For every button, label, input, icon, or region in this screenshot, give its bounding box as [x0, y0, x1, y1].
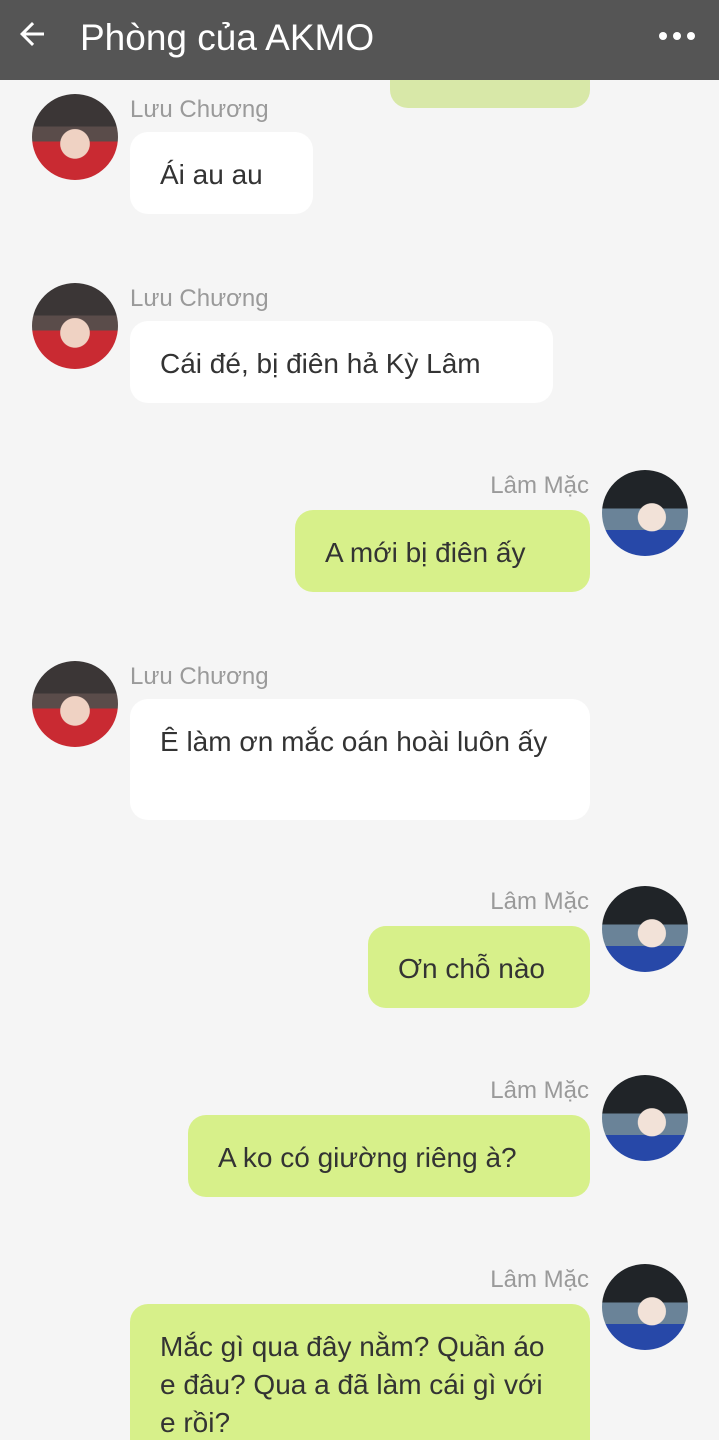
avatar-lam-mac[interactable] [602, 886, 688, 972]
message-list[interactable]: Lưu Chương Ái au au Lưu Chương Cái đé, b… [0, 80, 719, 1440]
message-bubble[interactable]: Mắc gì qua đây nằm? Quần áo e đâu? Qua a… [130, 1304, 590, 1440]
avatar-lam-mac[interactable] [602, 1264, 688, 1350]
message-row: Lưu Chương Ê làm ơn mắc oán hoài luôn ấy [0, 653, 719, 823]
message-bubble[interactable]: A ko có giường riêng à? [188, 1115, 590, 1197]
sender-name: Lưu Chương [130, 285, 269, 312]
more-options-button[interactable] [647, 14, 707, 58]
sender-name: Lưu Chương [130, 663, 269, 690]
sender-name: Lâm Mặc [490, 472, 589, 499]
app-bar: Phòng của AKMO [0, 0, 719, 80]
sender-name: Lâm Mặc [490, 1266, 589, 1293]
more-horizontal-icon [659, 32, 667, 40]
message-row: Lưu Chương Cái đé, bị điên hả Kỳ Lâm [0, 275, 719, 405]
avatar-luu-chuong[interactable] [32, 661, 118, 747]
back-button[interactable] [10, 12, 54, 56]
avatar-lam-mac[interactable] [602, 470, 688, 556]
avatar-lam-mac[interactable] [602, 1075, 688, 1161]
avatar-luu-chuong[interactable] [32, 94, 118, 180]
arrow-left-icon [20, 22, 44, 46]
sender-name: Lâm Mặc [490, 1077, 589, 1104]
message-row: Lâm Mặc Mắc gì qua đây nằm? Quần áo e đâ… [0, 1258, 719, 1440]
message-bubble[interactable]: Ê làm ơn mắc oán hoài luôn ấy [130, 699, 590, 820]
message-bubble[interactable]: Cái đé, bị điên hả Kỳ Lâm [130, 321, 553, 403]
message-row: Lâm Mặc A ko có giường riêng à? [0, 1069, 719, 1199]
avatar-luu-chuong[interactable] [32, 283, 118, 369]
message-row: Lâm Mặc Ơn chỗ nào [0, 880, 719, 1010]
message-row: Lưu Chương Ái au au [0, 86, 719, 216]
sender-name: Lưu Chương [130, 96, 269, 123]
message-row: Lâm Mặc A mới bị điên ấy [0, 464, 719, 594]
message-bubble[interactable]: Ái au au [130, 132, 313, 214]
chat-title: Phòng của AKMO [80, 17, 375, 58]
message-bubble[interactable]: A mới bị điên ấy [295, 510, 590, 592]
message-bubble[interactable]: Ơn chỗ nào [368, 926, 590, 1008]
sender-name: Lâm Mặc [490, 888, 589, 915]
